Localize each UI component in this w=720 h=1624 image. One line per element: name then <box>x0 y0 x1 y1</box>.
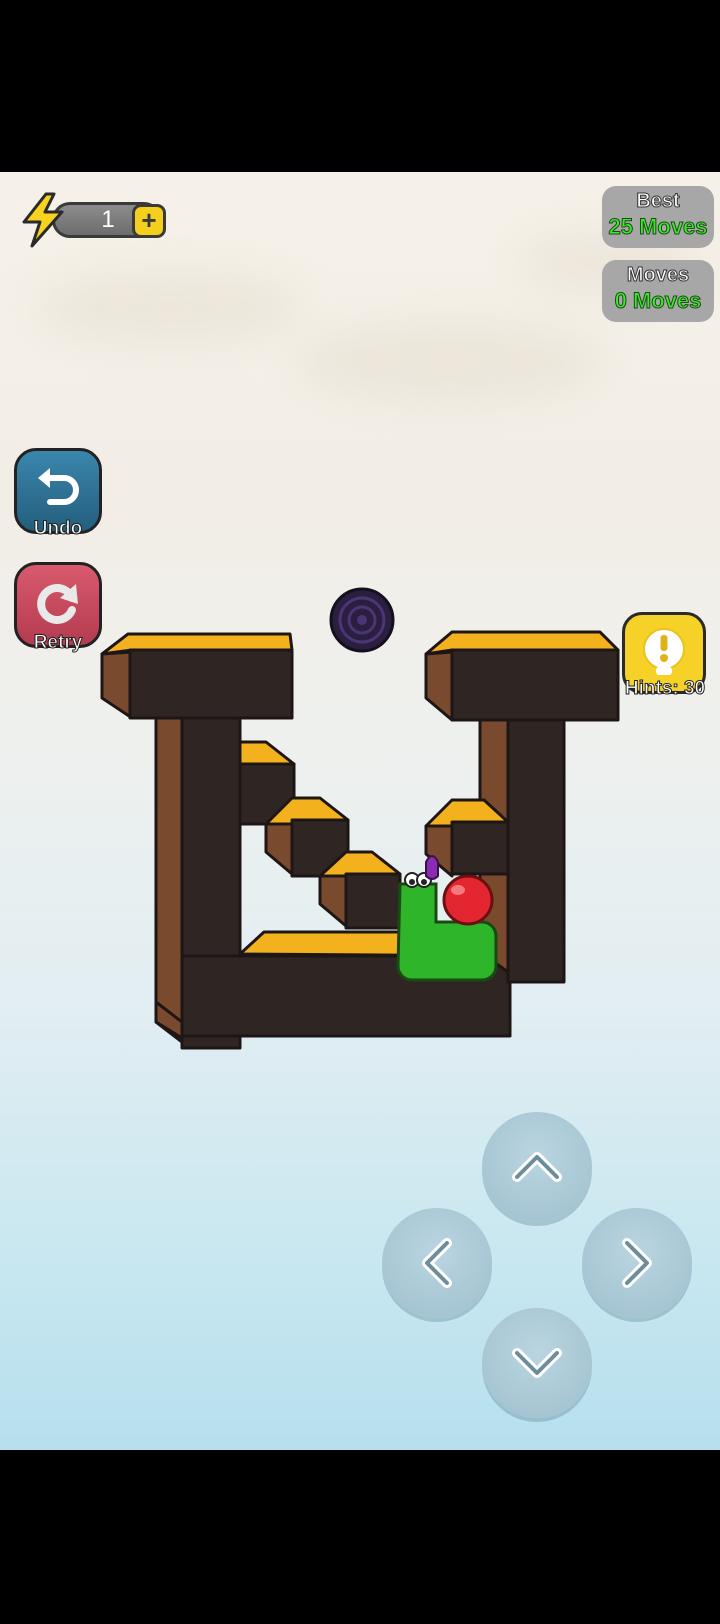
chevron-up-icon <box>512 1152 562 1182</box>
right-button[interactable] <box>582 1208 692 1318</box>
up-button[interactable] <box>482 1112 592 1222</box>
apple <box>442 874 494 926</box>
game-screen: 1 + Best 25 Moves Moves 0 Moves Undo Ret… <box>0 172 720 1450</box>
down-button[interactable] <box>482 1308 592 1418</box>
chevron-left-icon <box>422 1238 452 1288</box>
left-button[interactable] <box>382 1208 492 1318</box>
chevron-down-icon <box>512 1348 562 1378</box>
exit-portal <box>329 587 395 653</box>
chevron-right-icon <box>622 1238 652 1288</box>
stair-step <box>318 850 402 930</box>
